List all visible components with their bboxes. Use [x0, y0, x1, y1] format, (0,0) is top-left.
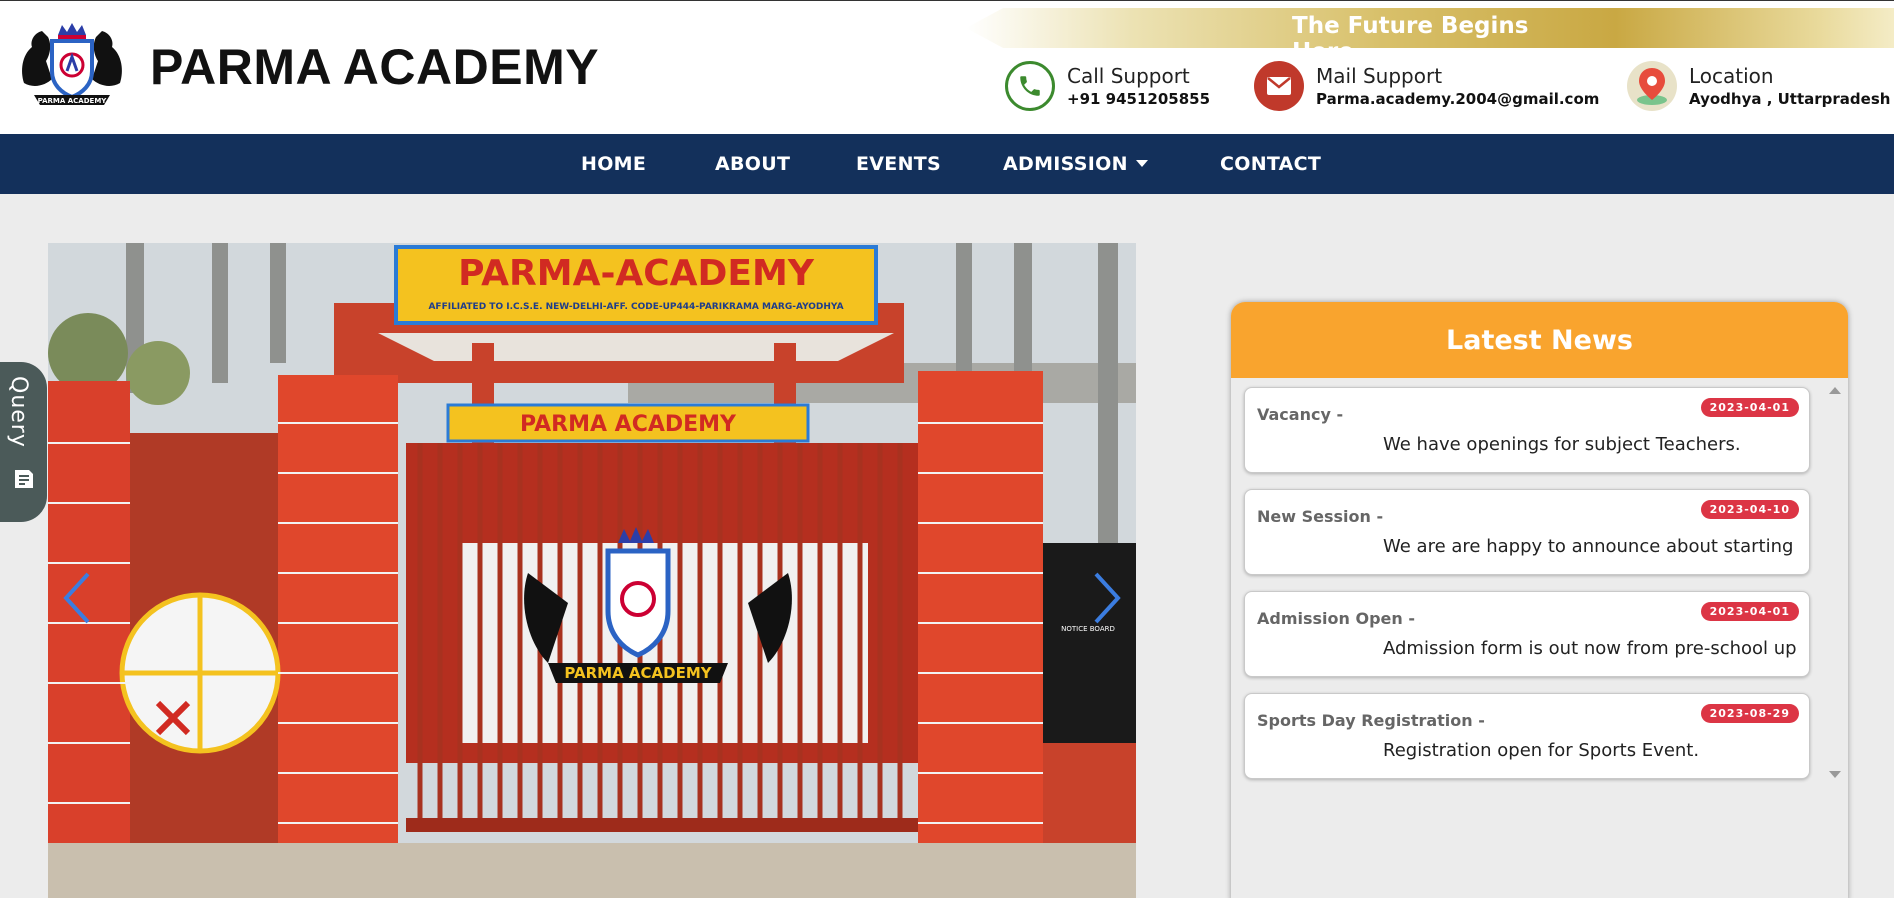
carousel-next-arrow-icon[interactable] — [1088, 568, 1128, 628]
nav-about[interactable]: ABOUT — [715, 134, 790, 194]
news-body: Registration open for Sports Event. — [1383, 740, 1700, 761]
news-heading: Admission Open - — [1257, 609, 1415, 628]
phone-icon — [1005, 61, 1055, 111]
news-heading: New Session - — [1257, 507, 1384, 526]
site-header: PARMA ACADEMY PARMA ACADEMY The Future B… — [0, 0, 1894, 134]
mail-icon — [1254, 61, 1304, 111]
news-heading: Sports Day Registration - — [1257, 711, 1485, 730]
news-title: Latest News — [1446, 324, 1633, 356]
mail-support[interactable]: Mail Support Parma.academy.2004@gmail.co… — [1254, 61, 1599, 111]
news-list[interactable]: Vacancy - 2023-04-01 We have openings fo… — [1244, 387, 1810, 795]
news-item[interactable]: Vacancy - 2023-04-01 We have openings fo… — [1244, 387, 1810, 473]
news-heading: Vacancy - — [1257, 405, 1344, 424]
news-date-badge: 2023-04-10 — [1700, 500, 1799, 519]
news-item[interactable]: Sports Day Registration - 2023-08-29 Reg… — [1244, 693, 1810, 779]
main-nav: HOME ABOUT EVENTS ADMISSION CONTACT — [0, 134, 1894, 194]
svg-text:PARMA ACADEMY: PARMA ACADEMY — [38, 97, 108, 105]
location-value: Ayodhya , Uttarpradesh — [1689, 90, 1891, 108]
scroll-up-arrow-icon[interactable] — [1829, 387, 1841, 394]
hero-carousel[interactable]: PARMA-ACADEMY AFFILIATED TO I.C.S.E. NEW… — [48, 243, 1136, 898]
call-support[interactable]: Call Support +91 9451205855 — [1005, 61, 1210, 111]
call-support-title: Call Support — [1067, 64, 1190, 88]
chevron-down-icon — [1135, 160, 1148, 167]
sign-inner-text: PARMA ACADEMY — [520, 412, 737, 437]
nav-contact[interactable]: CONTACT — [1220, 134, 1321, 194]
query-tab[interactable]: Query — [0, 362, 47, 522]
sign-sub-text: AFFILIATED TO I.C.S.E. NEW-DELHI-AFF. CO… — [428, 302, 843, 312]
scroll-down-arrow-icon[interactable] — [1829, 771, 1841, 778]
gate-logo-text: PARMA ACADEMY — [564, 664, 712, 682]
news-item[interactable]: New Session - 2023-04-10 We are are happ… — [1244, 489, 1810, 575]
news-date-badge: 2023-08-29 — [1700, 704, 1799, 723]
parma-crest-logo: PARMA ACADEMY — [22, 23, 122, 105]
note-icon — [15, 470, 33, 488]
nav-home[interactable]: HOME — [581, 134, 646, 194]
sign-main-text: PARMA-ACADEMY — [458, 253, 815, 294]
news-date-badge: 2023-04-01 — [1700, 602, 1799, 621]
news-body: We are are happy to announce about start… — [1383, 536, 1797, 557]
call-support-number[interactable]: +91 9451205855 — [1067, 89, 1210, 109]
nav-admission[interactable]: ADMISSION — [1003, 134, 1148, 194]
nav-admission-label: ADMISSION — [1003, 153, 1128, 175]
mail-support-email[interactable]: Parma.academy.2004@gmail.com — [1316, 89, 1599, 109]
brand-name: PARMA ACADEMY — [150, 39, 600, 95]
news-date-badge: 2023-04-01 — [1700, 398, 1799, 417]
query-label: Query — [6, 376, 31, 448]
location-info[interactable]: Location Ayodhya , Uttarpradesh — [1627, 61, 1890, 111]
location-title: Location — [1689, 64, 1774, 88]
latest-news-panel: Latest News Vacancy - 2023-04-01 We have… — [1231, 302, 1848, 898]
news-body: Admission form is out now from pre-schoo… — [1383, 638, 1797, 659]
news-body: We have openings for subject Teachers. — [1383, 434, 1741, 455]
news-header: Latest News — [1231, 302, 1848, 378]
mail-support-title: Mail Support — [1316, 64, 1443, 88]
carousel-prev-arrow-icon[interactable] — [56, 568, 96, 628]
nav-events[interactable]: EVENTS — [856, 134, 941, 194]
news-item[interactable]: Admission Open - 2023-04-01 Admission fo… — [1244, 591, 1810, 677]
location-pin-icon — [1627, 61, 1677, 111]
tagline: The Future Begins Here — [1292, 13, 1529, 65]
carousel-slide-image: PARMA-ACADEMY AFFILIATED TO I.C.S.E. NEW… — [48, 243, 1136, 898]
brand-link[interactable]: PARMA ACADEMY PARMA ACADEMY — [18, 21, 599, 113]
